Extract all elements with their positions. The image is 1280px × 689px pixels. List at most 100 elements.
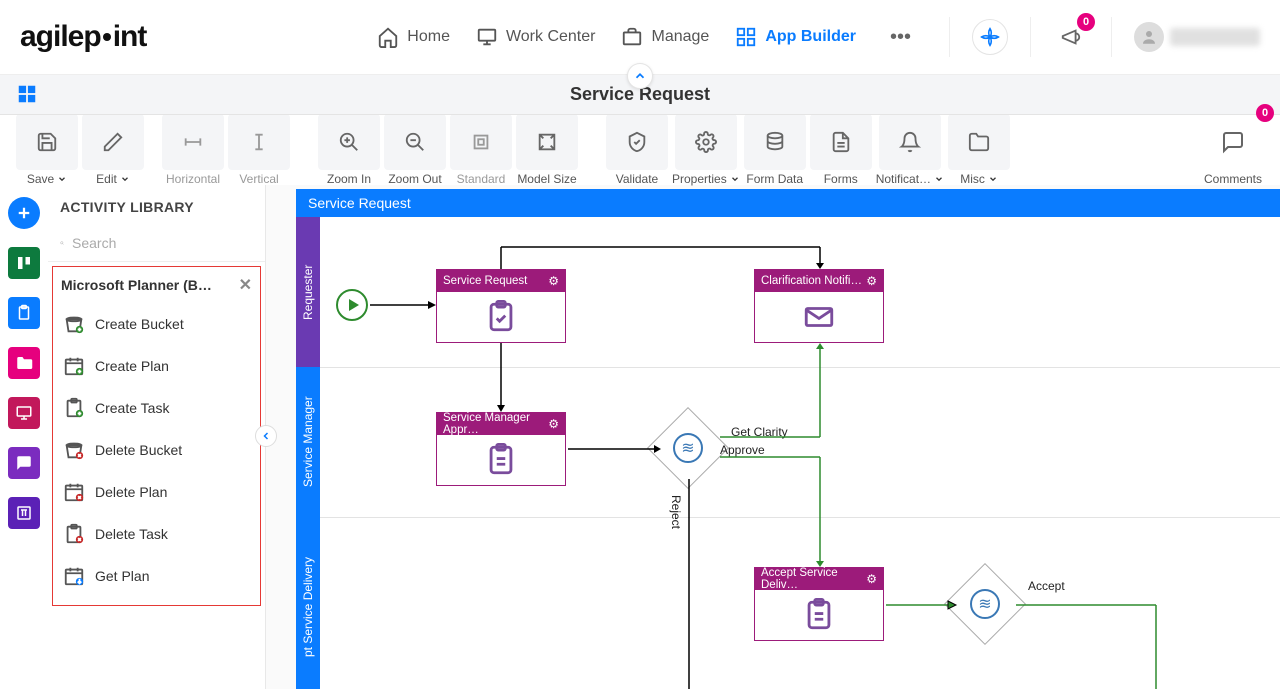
- gear-icon[interactable]: ⚙: [866, 274, 877, 288]
- tool-validate[interactable]: Validate: [606, 114, 668, 186]
- tool-model-size[interactable]: Model Size: [516, 114, 578, 186]
- sparkle-button[interactable]: [972, 19, 1008, 55]
- tool-misc[interactable]: Misc: [948, 114, 1010, 186]
- activity-item-label: Create Task: [95, 400, 169, 416]
- tool-horizontal[interactable]: Horizontal: [162, 114, 224, 186]
- gear-icon[interactable]: ⚙: [866, 572, 877, 586]
- gear-icon[interactable]: ⚙: [548, 417, 559, 431]
- comment-icon: [1221, 130, 1245, 154]
- nav-home[interactable]: Home: [377, 26, 450, 48]
- rail-chat[interactable]: [8, 447, 40, 479]
- node-clarification[interactable]: Clarification Notifi…⚙: [754, 269, 884, 343]
- gear-icon[interactable]: ⚙: [548, 274, 559, 288]
- process-canvas[interactable]: Requester Service Manager pt Service Del…: [296, 217, 1280, 689]
- nav-manage-label: Manage: [651, 28, 709, 46]
- tool-notifications[interactable]: Notificat…: [876, 114, 944, 186]
- collapse-panel-button[interactable]: [255, 425, 277, 447]
- grid-icon: [735, 26, 757, 48]
- activity-delete-plan[interactable]: Delete Plan: [53, 471, 260, 513]
- nav-work-center[interactable]: Work Center: [476, 26, 596, 48]
- chevron-down-icon: [730, 174, 740, 184]
- group-header[interactable]: Microsoft Planner (B… ✕: [53, 267, 260, 303]
- pinwheel-icon: [980, 27, 1000, 47]
- collapse-top-button[interactable]: [627, 63, 653, 89]
- rail-text[interactable]: [8, 497, 40, 529]
- align-horizontal-icon: [182, 131, 204, 153]
- chevron-down-icon: [120, 174, 130, 184]
- gateway-approval[interactable]: ≋: [647, 407, 729, 489]
- briefcase-icon: [621, 26, 643, 48]
- nav-more[interactable]: •••: [882, 26, 919, 49]
- save-label: Save: [27, 172, 54, 186]
- username-blur: [1170, 28, 1260, 46]
- activity-delete-bucket[interactable]: Delete Bucket: [53, 429, 260, 471]
- rail-monitor[interactable]: [8, 397, 40, 429]
- rail-folder[interactable]: [8, 347, 40, 379]
- nav-app-builder[interactable]: App Builder: [735, 26, 856, 48]
- envelope-icon: [802, 300, 836, 334]
- comments-badge: 0: [1256, 104, 1274, 122]
- search-box[interactable]: [48, 225, 265, 262]
- add-button[interactable]: [8, 197, 40, 229]
- notifications-button[interactable]: 0: [1053, 19, 1089, 55]
- tool-standard[interactable]: Standard: [450, 114, 512, 186]
- toolbar: Save Edit Horizontal Vertical Zoom In Zo…: [0, 115, 1280, 185]
- group-title-label: Microsoft Planner (B…: [61, 277, 212, 293]
- secondary-header: Service Request: [0, 75, 1280, 115]
- lane-requester[interactable]: Requester: [296, 217, 320, 367]
- search-input[interactable]: [72, 235, 253, 251]
- nav-manage[interactable]: Manage: [621, 26, 709, 48]
- notifications-label: Notificat…: [876, 172, 931, 186]
- activity-get-plan[interactable]: Get Plan: [53, 555, 260, 597]
- start-event[interactable]: [336, 289, 368, 321]
- tool-comments[interactable]: 0 Comments: [1202, 114, 1264, 186]
- tool-zoom-in[interactable]: Zoom In: [318, 114, 380, 186]
- node-service-request[interactable]: Service Request ⚙: [436, 269, 566, 343]
- tool-properties[interactable]: Properties: [672, 114, 740, 186]
- process-title-bar: Service Request: [296, 189, 1280, 217]
- rail-planner[interactable]: [8, 247, 40, 279]
- edit-label: Edit: [96, 172, 117, 186]
- misc-label: Misc: [960, 172, 985, 186]
- activity-item-label: Delete Task: [95, 526, 168, 542]
- edge-approve: Approve: [720, 443, 765, 457]
- highlighted-group: Microsoft Planner (B… ✕ Create Bucket Cr…: [52, 266, 261, 606]
- close-icon[interactable]: ✕: [239, 275, 252, 295]
- tool-vertical[interactable]: Vertical: [228, 114, 290, 186]
- divider: [1111, 17, 1112, 57]
- gateway-accept[interactable]: ≋: [944, 563, 1026, 645]
- panel-title: ACTIVITY LIBRARY: [48, 185, 265, 225]
- rail-clipboard[interactable]: [8, 297, 40, 329]
- lane-separator: [320, 367, 1280, 368]
- process-title: Service Request: [308, 195, 411, 211]
- tool-save[interactable]: Save: [16, 114, 78, 186]
- avatar: [1134, 22, 1164, 52]
- tool-forms[interactable]: Forms: [810, 114, 872, 186]
- chevron-down-icon: [988, 174, 998, 184]
- node-accept-delivery[interactable]: Accept Service Deliv…⚙: [754, 567, 884, 641]
- node-title: Service Manager Appr…: [443, 412, 548, 436]
- user-menu[interactable]: [1134, 22, 1260, 52]
- bucket-x-icon: [63, 439, 85, 461]
- canvas-wrap: Service Request Requester Service Manage…: [296, 189, 1280, 689]
- user-icon: [1140, 28, 1158, 46]
- activity-item-label: Delete Plan: [95, 484, 167, 500]
- lane-service-manager[interactable]: Service Manager: [296, 367, 320, 517]
- chat-icon: [15, 454, 33, 472]
- tool-form-data[interactable]: Form Data: [744, 114, 806, 186]
- activity-create-plan[interactable]: Create Plan: [53, 345, 260, 387]
- lane-service-delivery[interactable]: pt Service Delivery: [296, 517, 320, 689]
- activity-create-task[interactable]: Create Task: [53, 387, 260, 429]
- node-title: Service Request: [443, 275, 527, 287]
- tool-zoom-out[interactable]: Zoom Out: [384, 114, 446, 186]
- node-manager-approval[interactable]: Service Manager Appr…⚙: [436, 412, 566, 486]
- form-icon: [484, 443, 518, 477]
- edge-accept: Accept: [1028, 579, 1065, 593]
- calendar-down-icon: [63, 565, 85, 587]
- activity-delete-task[interactable]: Delete Task: [53, 513, 260, 555]
- form-check-icon: [484, 300, 518, 334]
- calendar-x-icon: [63, 481, 85, 503]
- activity-create-bucket[interactable]: Create Bucket: [53, 303, 260, 345]
- tool-edit[interactable]: Edit: [82, 114, 144, 186]
- apps-grid-button[interactable]: [16, 83, 38, 110]
